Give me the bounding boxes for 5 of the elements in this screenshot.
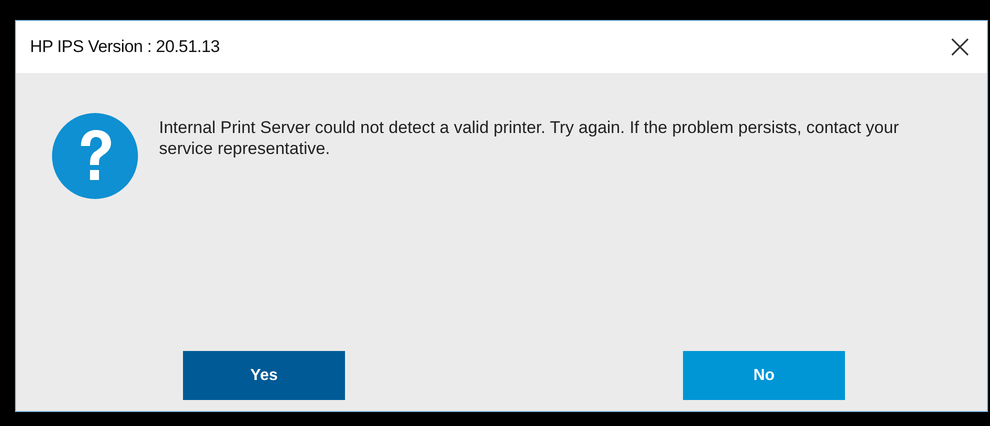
close-icon <box>951 38 969 56</box>
question-icon <box>52 113 138 199</box>
window-title: HP IPS Version : 20.51.13 <box>30 37 220 57</box>
dialog-button[interactable]: Yes <box>183 351 345 400</box>
message-text: Internal Print Server could not detect a valid printer. Try again. If the problem persists, contact your service representative. <box>159 117 899 159</box>
